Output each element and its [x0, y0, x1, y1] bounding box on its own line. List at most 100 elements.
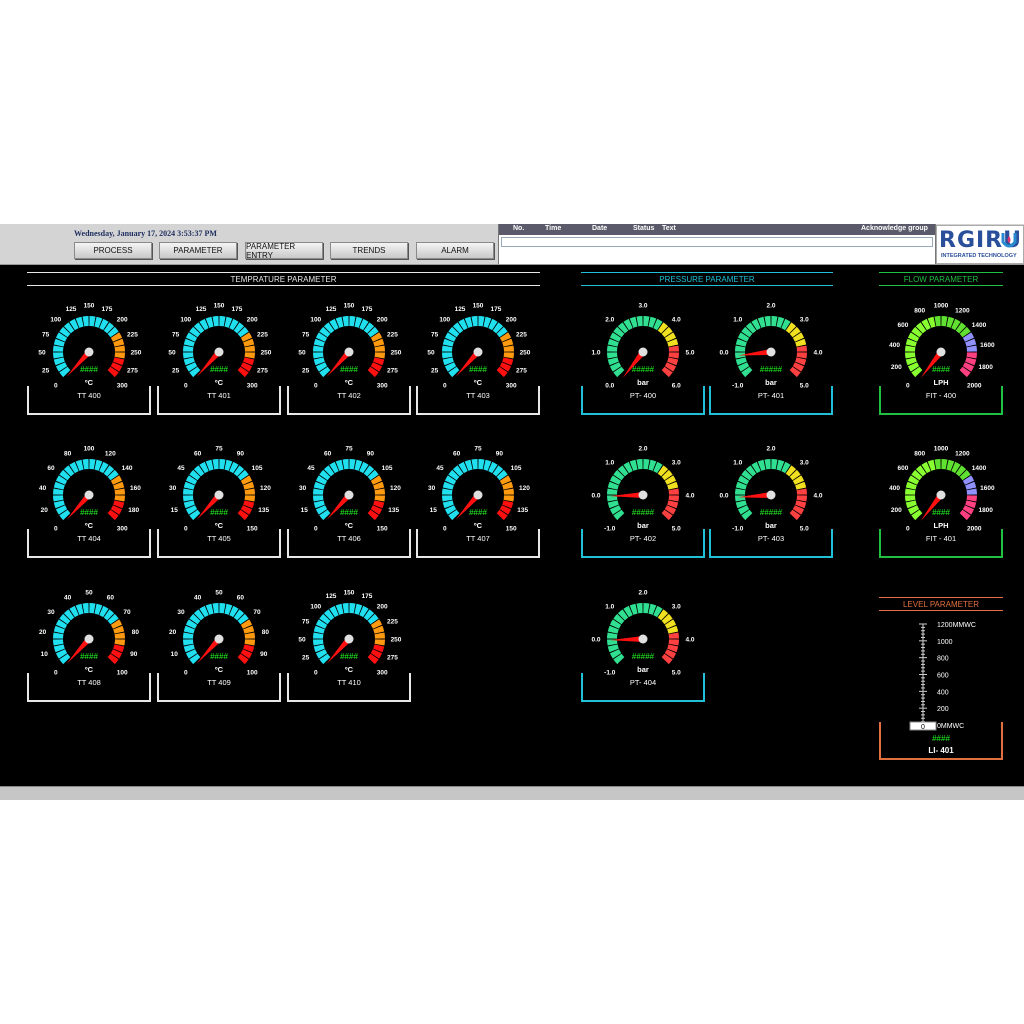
scale-label: 30	[299, 485, 307, 492]
alarm-col-time[interactable]: Time	[545, 225, 561, 232]
scale-label: 30	[177, 609, 185, 616]
dial-segment	[183, 352, 194, 359]
scale-label: 160	[130, 485, 141, 492]
gauge-unit: bar	[765, 378, 777, 387]
scale-label: 150	[84, 303, 95, 310]
dial-segment	[934, 316, 941, 327]
gauge-hub	[638, 634, 648, 644]
gauge-readout: ####	[80, 508, 98, 517]
scale-label: 275	[387, 367, 398, 374]
scale-label: 175	[491, 306, 502, 313]
gauge-hub	[84, 347, 94, 357]
scale-label: 2.0	[638, 590, 647, 597]
scale-label: 150	[214, 303, 225, 310]
scale-label: -1.0	[604, 526, 616, 533]
scale-label: 0	[314, 383, 318, 390]
scale-label: 0	[54, 526, 58, 533]
dial-segment	[114, 345, 125, 352]
scale-label: 25	[302, 654, 310, 661]
scale-label: 0	[906, 526, 910, 533]
scale-label: 3.0	[800, 316, 809, 323]
bottom-bar	[0, 786, 1024, 800]
temperature-gauge: 0 15 30 45 60 75 90 105 120 135 150 #### ºC TT 407	[416, 446, 540, 558]
scale-label: 135	[388, 507, 399, 514]
scale-label: 200	[377, 603, 388, 610]
scale-label: 90	[237, 451, 245, 458]
gauge-hub	[84, 634, 94, 644]
alarm-window[interactable]: No. Time Date Status Text Acknowledge gr…	[498, 224, 936, 264]
dial-segment	[114, 495, 125, 502]
dial-segment	[342, 603, 349, 614]
gauge-hub	[638, 347, 648, 357]
scale-label: 120	[260, 485, 271, 492]
datetime-display: Wednesday, January 17, 2024 3:53:37 PM	[74, 229, 217, 238]
gauge-hub	[84, 490, 94, 500]
scale-label: 120	[105, 451, 116, 458]
dial-segment	[471, 316, 478, 327]
scale-label: 0.0	[605, 383, 614, 390]
alarm-row[interactable]	[501, 237, 933, 247]
scale-label: 175	[232, 306, 243, 313]
dial-segment	[636, 459, 643, 470]
scale-label: 200	[891, 507, 902, 514]
alarm-col-status[interactable]: Status	[633, 225, 654, 232]
alarm-col-date[interactable]: Date	[592, 225, 607, 232]
alarm-col-ack[interactable]: Acknowledge group	[861, 225, 928, 232]
section-header-level: LEVEL PARAMETER	[879, 597, 1003, 611]
scale-label: 1800	[978, 364, 993, 371]
scale-label: 50	[168, 350, 176, 357]
gauge-hub	[638, 490, 648, 500]
nav-button-process[interactable]: PROCESS	[74, 242, 152, 259]
dial-segment	[374, 632, 385, 639]
scale-label: 5.0	[800, 383, 809, 390]
nav-button-parameter-entry[interactable]: PARAMETER ENTRY	[245, 242, 323, 260]
scale-label: 300	[377, 383, 388, 390]
nav-button-alarm[interactable]: ALARM	[416, 242, 494, 259]
gauge-tag: TT 408	[77, 678, 101, 687]
scale-label: 1800	[978, 507, 993, 514]
scale-label: 125	[326, 593, 337, 600]
scale-label: 2000	[967, 526, 982, 533]
dial-segment	[244, 495, 255, 502]
temperature-gauge: 0 20 40 60 80 100 120 140 160 180 300 #### ºC TT 404	[27, 446, 151, 558]
gauge-hub	[344, 634, 354, 644]
nav-button-parameter[interactable]: PARAMETER	[159, 242, 237, 259]
dial-segment	[735, 352, 746, 359]
dial-segment	[244, 352, 255, 359]
gauge-tag: PT- 404	[630, 678, 656, 687]
scale-label: 200	[377, 316, 388, 323]
scale-label: 90	[260, 651, 268, 658]
level-scale: 0MMWC 200 400 600 800 1000 1200MMWC	[919, 622, 976, 730]
scale-label: 0	[54, 670, 58, 677]
scale-label: 300	[506, 383, 517, 390]
scale-label: -1.0	[732, 526, 744, 533]
gauge-readout: #####	[760, 508, 783, 517]
level-scale-label: 800	[937, 656, 949, 663]
scale-label: 200	[891, 364, 902, 371]
scale-label: 105	[511, 465, 522, 472]
scale-label: 15	[171, 507, 179, 514]
scale-label: 3.0	[800, 459, 809, 466]
scale-label: 5.0	[800, 526, 809, 533]
gauge-unit: bar	[637, 378, 649, 387]
dial-segment	[905, 488, 916, 495]
scale-label: 800	[914, 451, 925, 458]
dial-segment	[966, 345, 977, 352]
alarm-col-text[interactable]: Text	[662, 225, 676, 232]
scale-label: 50	[38, 350, 46, 357]
gauge-unit: ºC	[345, 521, 354, 530]
scale-label: 80	[262, 629, 270, 636]
scale-label: 300	[117, 526, 128, 533]
nav-button-trends[interactable]: TRENDS	[330, 242, 408, 259]
scale-label: 70	[253, 609, 261, 616]
scale-label: 70	[123, 609, 131, 616]
scale-label: 0	[314, 670, 318, 677]
dial-segment	[735, 495, 746, 502]
dial-segment	[636, 603, 643, 614]
alarm-col-no[interactable]: No.	[513, 225, 524, 232]
scale-label: 250	[520, 350, 531, 357]
dial-segment	[503, 495, 514, 502]
gauge-tag: TT 400	[77, 391, 101, 400]
scale-label: 135	[258, 507, 269, 514]
scale-label: 2.0	[766, 446, 775, 453]
